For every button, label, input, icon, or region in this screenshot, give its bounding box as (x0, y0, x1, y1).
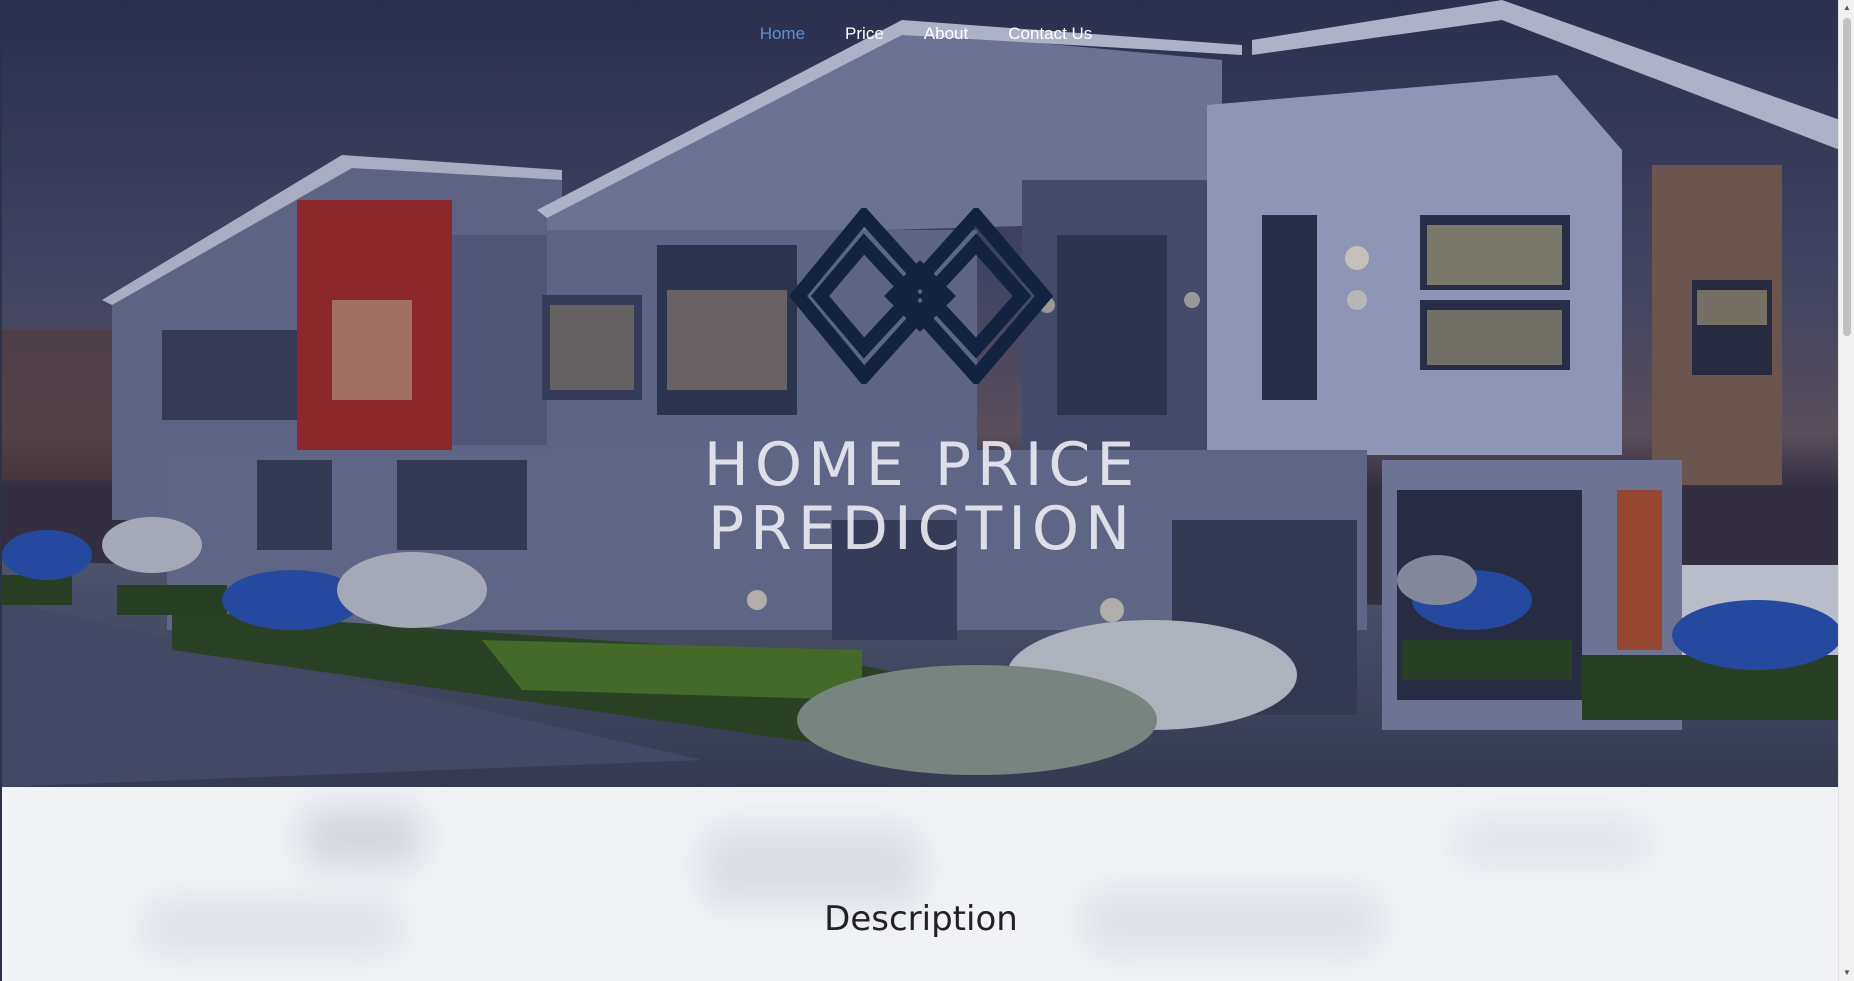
background-blur-decoration (1452, 817, 1652, 867)
hero-overlay (2, 0, 1838, 787)
hero-title: HOME PRICE PREDICTION (602, 433, 1242, 561)
description-section: Description (2, 787, 1838, 981)
diamond-knot-logo-icon (790, 208, 1054, 384)
nav-contact-link[interactable]: Contact Us (1008, 24, 1092, 44)
background-blur-decoration (702, 827, 922, 907)
hero-banner: Home Price About Contact Us HOME PRICE P… (2, 0, 1838, 787)
main-nav: Home Price About Contact Us (2, 24, 1838, 44)
page-scrollbar[interactable]: ▲ ▼ (1838, 0, 1854, 981)
nav-about-link[interactable]: About (924, 24, 968, 44)
hero-title-line-1: HOME PRICE (703, 430, 1141, 501)
background-blur-decoration (302, 807, 422, 867)
nav-price-link[interactable]: Price (845, 24, 884, 44)
browser-viewport: Home Price About Contact Us HOME PRICE P… (0, 0, 1838, 981)
scrollbar-thumb[interactable] (1843, 18, 1851, 336)
scroll-up-arrow-icon[interactable]: ▲ (1839, 0, 1854, 16)
hero-title-line-2: PREDICTION (707, 494, 1137, 565)
nav-home-link[interactable]: Home (760, 24, 805, 44)
description-heading: Description (824, 899, 1018, 939)
scroll-down-arrow-icon[interactable]: ▼ (1839, 965, 1854, 981)
